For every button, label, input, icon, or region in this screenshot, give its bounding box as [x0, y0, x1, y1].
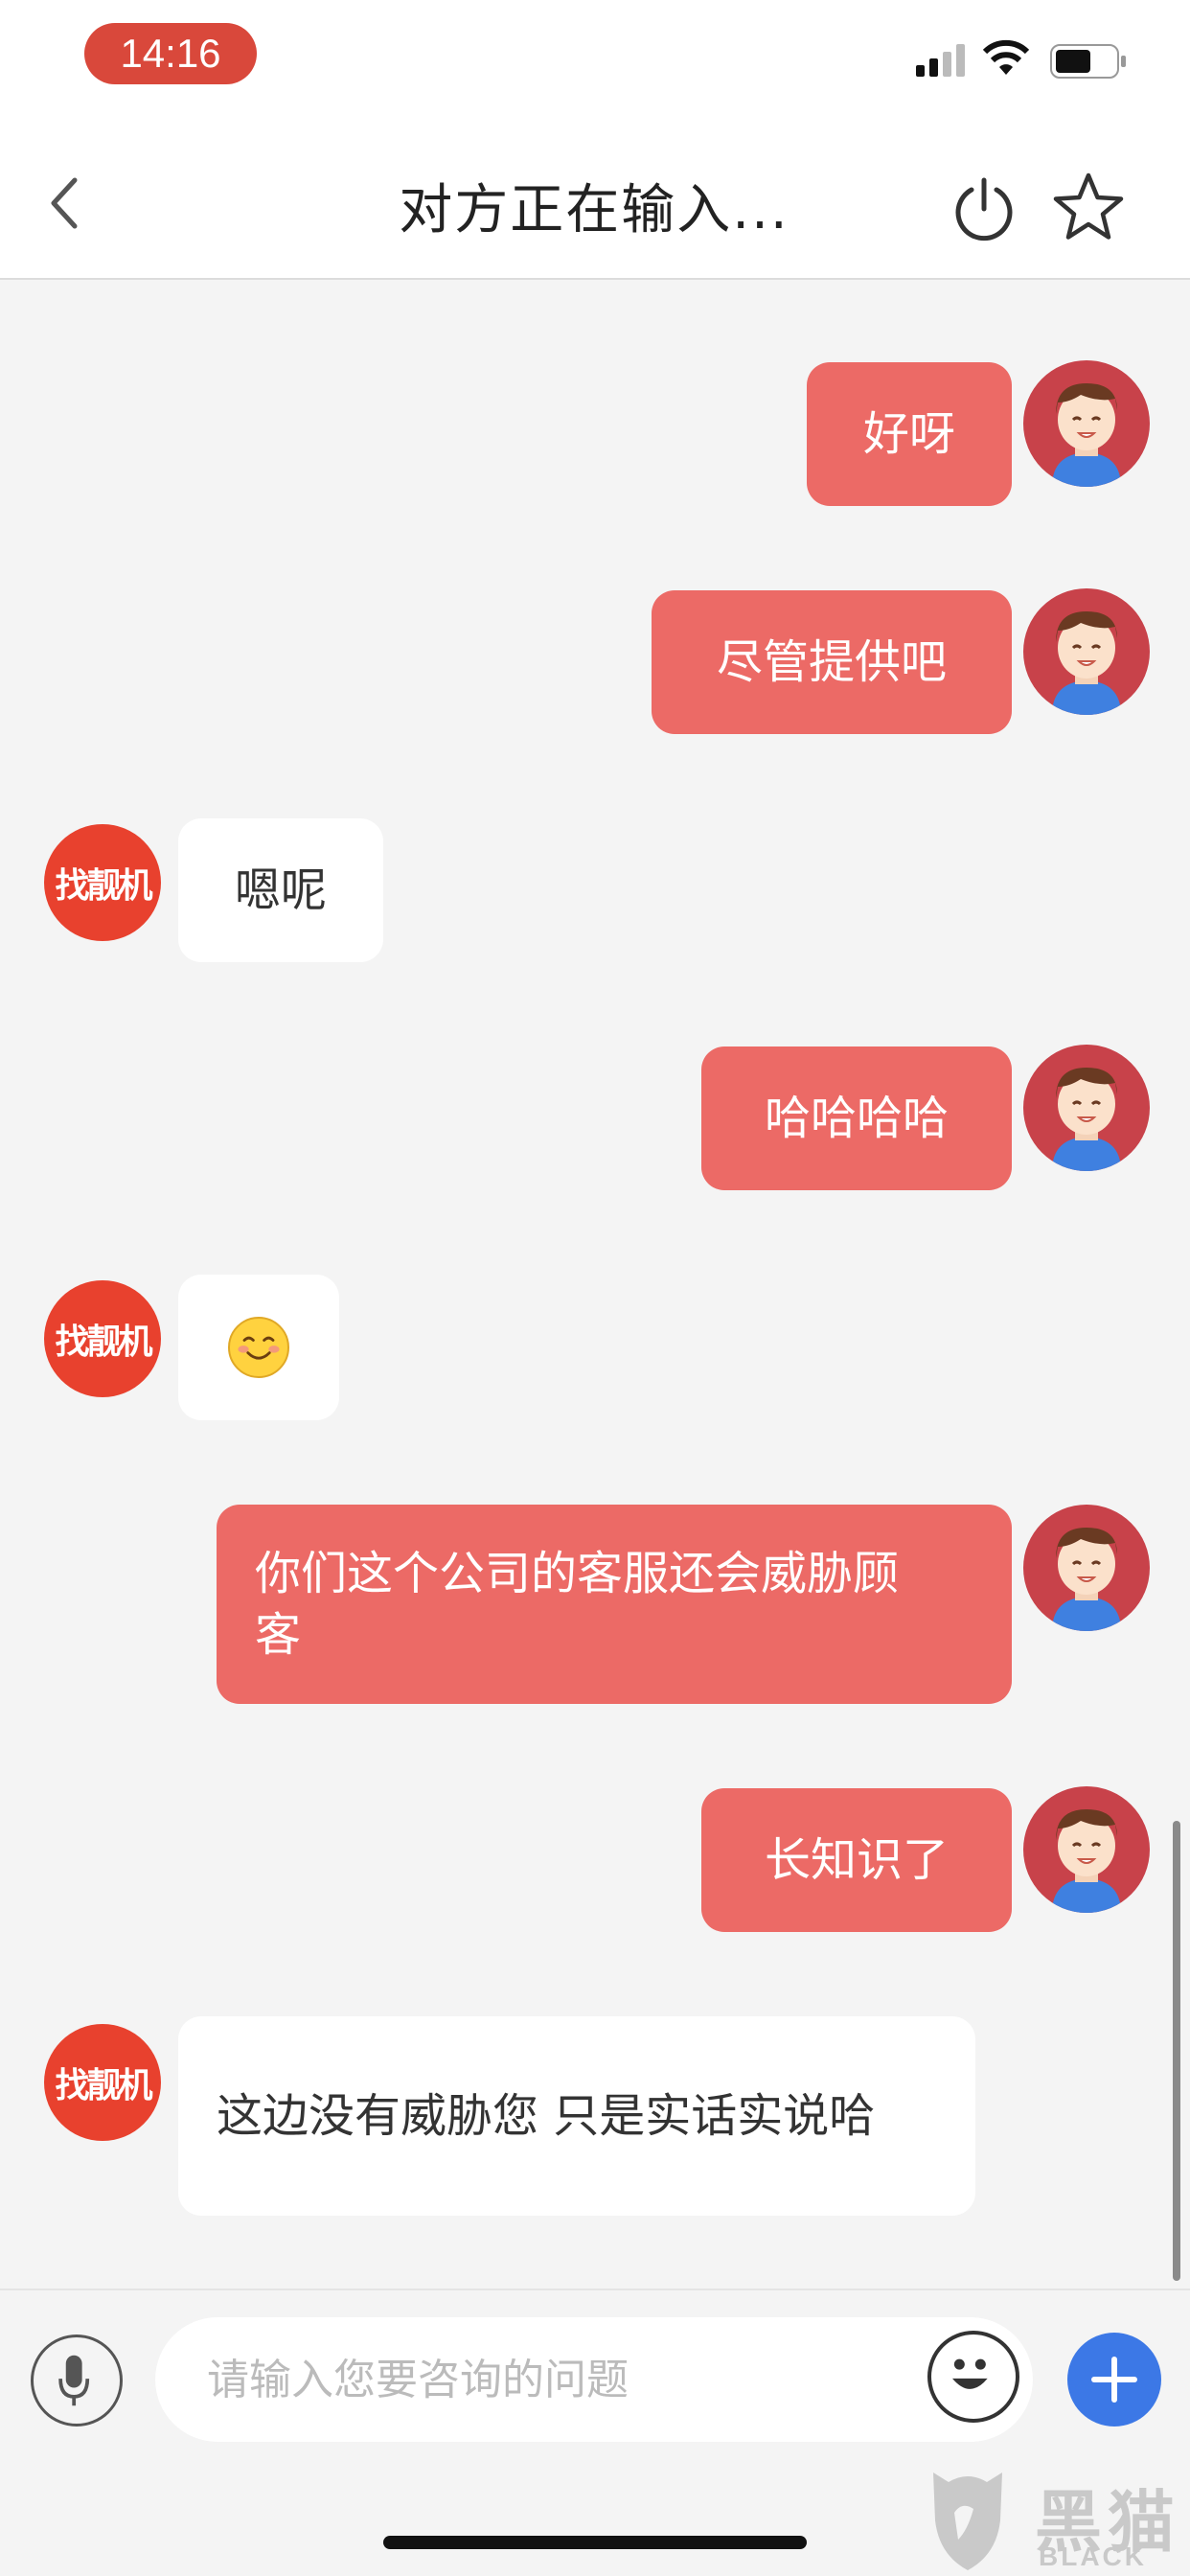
agent-avatar[interactable]: 找靓机 — [44, 1280, 161, 1397]
message-text: 长知识了 — [764, 1833, 949, 1887]
status-bar: 14:16 — [0, 0, 1190, 115]
user-avatar[interactable] — [1023, 1786, 1150, 1913]
agent-avatar[interactable]: 找靓机 — [44, 2024, 161, 2141]
message-input[interactable] — [155, 2317, 1033, 2442]
emoji-picker-button[interactable] — [927, 2331, 1019, 2423]
message-bubble-outgoing[interactable]: 你们这个公司的客服还会威胁顾客 — [217, 1505, 1012, 1704]
user-avatar[interactable] — [1023, 588, 1150, 715]
voice-input-button[interactable] — [31, 2334, 123, 2426]
agent-avatar-label: 找靓机 — [55, 1322, 152, 1362]
chat-header: 对方正在输入... — [0, 115, 1190, 280]
favorite-star-icon[interactable] — [1052, 171, 1125, 243]
plus-icon — [1091, 2357, 1137, 2403]
message-text: 好呀 — [862, 407, 955, 461]
back-chevron-icon[interactable] — [42, 174, 90, 232]
agent-avatar-label: 找靓机 — [55, 2066, 152, 2105]
user-avatar[interactable] — [1023, 1505, 1150, 1631]
message-text: 尽管提供吧 — [716, 635, 947, 689]
wifi-icon — [982, 39, 1030, 75]
user-avatar-icon — [1052, 611, 1121, 715]
agent-avatar-label: 找靓机 — [55, 866, 152, 906]
cellular-signal-icon — [916, 44, 965, 77]
message-text: 嗯呢 — [234, 863, 327, 917]
message-bubble-outgoing[interactable]: 好呀 — [807, 362, 1012, 506]
message-bubble-outgoing[interactable]: 尽管提供吧 — [652, 590, 1012, 734]
message-bubble-incoming[interactable]: 这边没有威胁您 只是实话实说哈 — [178, 2016, 975, 2216]
user-avatar[interactable] — [1023, 1045, 1150, 1171]
smiling-face-emoji-icon — [228, 1317, 289, 1378]
message-text: 哈哈哈哈 — [764, 1092, 949, 1145]
message-bubble-outgoing[interactable]: 哈哈哈哈 — [701, 1046, 1012, 1190]
home-indicator[interactable] — [383, 2536, 807, 2549]
page-title: 对方正在输入... — [399, 179, 790, 242]
smiley-icon — [952, 2358, 988, 2389]
message-text: 你们这个公司的客服还会威胁顾客 — [255, 1547, 900, 1662]
status-time: 14:16 — [84, 23, 257, 84]
agent-avatar[interactable]: 找靓机 — [44, 824, 161, 941]
message-text: 这边没有威胁您 只是实话实说哈 — [217, 2089, 876, 2143]
battery-icon — [1050, 44, 1126, 79]
power-icon[interactable] — [950, 176, 1018, 243]
watermark-subtext: BLACK CAT — [1039, 2542, 1147, 2576]
user-avatar-icon — [1052, 1068, 1121, 1171]
add-attachment-button[interactable] — [1067, 2333, 1161, 2426]
user-avatar-icon — [1052, 383, 1121, 487]
message-bubble-outgoing[interactable]: 长知识了 — [701, 1788, 1012, 1932]
message-bubble-incoming[interactable] — [178, 1275, 339, 1420]
user-avatar[interactable] — [1023, 360, 1150, 487]
scrollbar[interactable] — [1173, 1821, 1180, 2281]
message-bubble-incoming[interactable]: 嗯呢 — [178, 818, 383, 962]
microphone-icon — [58, 2355, 90, 2406]
user-avatar-icon — [1052, 1528, 1121, 1631]
user-avatar-icon — [1052, 1809, 1121, 1913]
